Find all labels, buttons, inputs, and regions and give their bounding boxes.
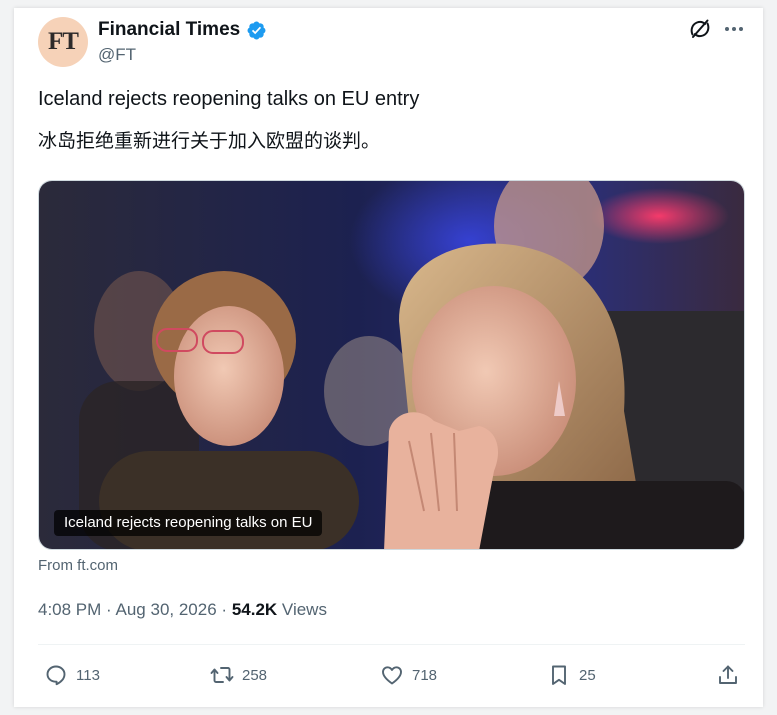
more-icon[interactable] — [721, 17, 747, 41]
bookmark-button[interactable]: 25 — [547, 663, 596, 687]
media-caption: Iceland rejects reopening talks on EU — [54, 510, 323, 536]
tweet-text-chinese: 冰岛拒绝重新进行关于加入欧盟的谈判。 — [38, 130, 381, 152]
meta-separator: · — [106, 600, 112, 619]
retweet-button[interactable]: 258 — [210, 663, 267, 687]
author-display-name[interactable]: Financial Times — [98, 19, 240, 41]
views-label: Views — [281, 600, 327, 619]
share-button[interactable] — [716, 663, 740, 687]
reply-icon — [46, 665, 66, 686]
author-name-row: Financial Times — [98, 19, 267, 41]
share-icon — [719, 665, 737, 684]
reply-button[interactable]: 113 — [44, 663, 100, 687]
tweet-media-image[interactable]: Iceland rejects reopening talks on EU — [38, 180, 745, 550]
like-button[interactable]: 718 — [380, 663, 437, 687]
tweet-meta: 4:08 PM · Aug 30, 2026 · 54.2K Views — [38, 600, 327, 620]
grok-icon[interactable] — [688, 17, 712, 41]
like-count: 718 — [412, 666, 438, 684]
meta-separator: · — [221, 600, 228, 619]
divider — [38, 644, 745, 645]
tweet-card: FT Financial Times @FT Iceland rejects r… — [14, 8, 763, 707]
tweet-time[interactable]: 4:08 PM — [38, 600, 101, 619]
avatar[interactable]: FT — [38, 17, 88, 67]
views-count: 54.2K — [231, 600, 278, 619]
verified-badge-icon — [246, 20, 267, 41]
avatar-logo-text: FT — [48, 28, 79, 55]
bookmark-count: 25 — [579, 666, 596, 684]
media-photo-illustration — [39, 181, 744, 549]
author-handle[interactable]: @FT — [98, 45, 136, 65]
tweet-date[interactable]: Aug 30, 2026 — [116, 600, 217, 619]
bookmark-icon — [552, 665, 566, 685]
tweet-text-english: Iceland rejects reopening talks on EU en… — [38, 88, 420, 110]
like-icon — [382, 666, 402, 685]
retweet-count: 258 — [242, 666, 268, 684]
link-source[interactable]: From ft.com — [38, 557, 118, 574]
reply-count: 113 — [76, 666, 100, 684]
retweet-icon — [210, 667, 234, 683]
